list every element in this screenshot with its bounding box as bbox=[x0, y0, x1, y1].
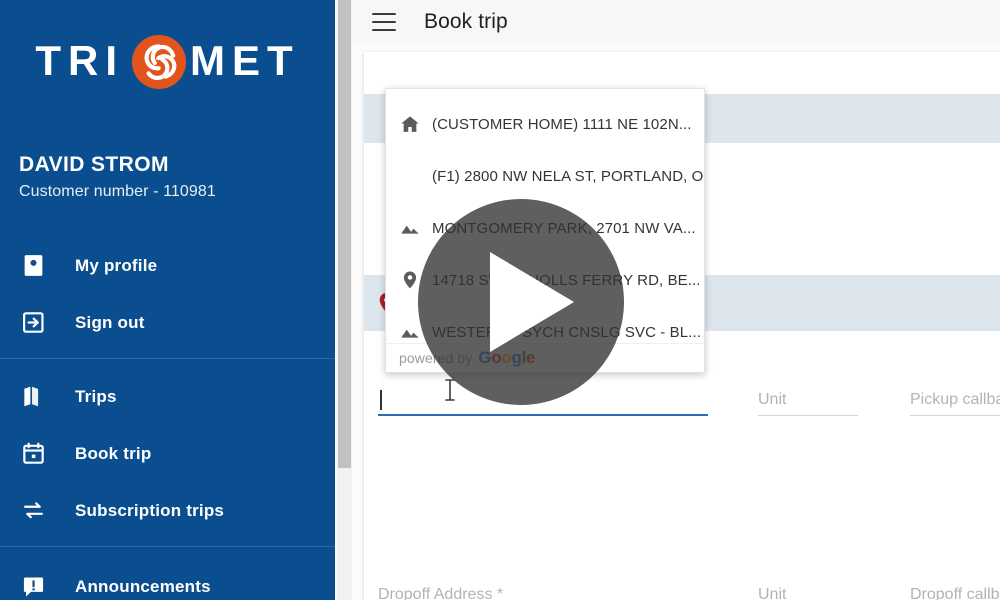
autocomplete-option[interactable]: (CUSTOMER HOME) 1111 NE 102N... bbox=[386, 98, 704, 150]
landmark-icon bbox=[399, 217, 421, 239]
autocomplete-option-text: (F1) 2800 NW NELA ST, PORTLAND, OR,... bbox=[432, 167, 704, 185]
calendar-icon bbox=[18, 439, 48, 469]
pickup-callback-label: Pickup callba bbox=[910, 391, 1000, 408]
play-button-icon[interactable] bbox=[418, 199, 624, 405]
sidebar-item-trips[interactable]: Trips bbox=[0, 368, 335, 425]
sidebar-item-label: Trips bbox=[75, 386, 117, 406]
page-scrollbar-thumb[interactable] bbox=[338, 0, 351, 468]
sidebar-divider-2 bbox=[0, 546, 335, 547]
brand-name-right: MET bbox=[190, 37, 300, 84]
dropoff-callback-label: Dropoff callb bbox=[910, 586, 1000, 600]
pickup-unit-label: Unit bbox=[758, 391, 787, 408]
sidebar-item-label: My profile bbox=[75, 255, 158, 275]
dropoff-callback-field[interactable]: Dropoff callb bbox=[910, 577, 1000, 600]
sidebar-item-label: Book trip bbox=[75, 443, 152, 463]
field-underline bbox=[378, 414, 708, 416]
text-caret bbox=[380, 390, 382, 410]
landmark-icon bbox=[399, 321, 421, 343]
play-triangle bbox=[490, 252, 574, 352]
no-icon-placeholder bbox=[399, 165, 421, 187]
brand-logo: TRI MET bbox=[0, 18, 335, 104]
map-pin-icon bbox=[399, 269, 421, 291]
dropoff-address-label: Dropoff Address * bbox=[378, 586, 504, 600]
sidebar: TRI MET DAVID STROM Customer number - 11… bbox=[0, 0, 335, 600]
sidebar-item-book-trip[interactable]: Book trip bbox=[0, 425, 335, 482]
hamburger-menu-icon[interactable] bbox=[372, 13, 396, 31]
sidebar-item-sign-out[interactable]: Sign out bbox=[0, 294, 335, 351]
user-info: DAVID STROM Customer number - 110981 bbox=[19, 152, 319, 203]
brand-name-left: TRI bbox=[35, 37, 124, 84]
text-ibeam-cursor bbox=[444, 379, 456, 401]
pickup-unit-field[interactable]: Unit bbox=[758, 382, 858, 416]
app-topbar: Book trip bbox=[352, 0, 1000, 44]
app-root: TRI MET DAVID STROM Customer number - 11… bbox=[0, 0, 1000, 600]
dropoff-address-field[interactable]: Dropoff Address * bbox=[378, 577, 708, 600]
user-badge-icon bbox=[18, 251, 48, 281]
customer-number: Customer number - 110981 bbox=[19, 183, 216, 200]
dropoff-unit-field[interactable]: Unit bbox=[758, 577, 858, 600]
sidebar-item-label: Subscription trips bbox=[75, 500, 225, 520]
dropoff-unit-label: Unit bbox=[758, 586, 787, 600]
repeat-icon bbox=[18, 496, 48, 526]
field-underline bbox=[758, 415, 858, 416]
trimet-trefoil-logo-icon bbox=[130, 33, 188, 91]
page-title: Book trip bbox=[424, 10, 508, 33]
pickup-callback-field[interactable]: Pickup callba bbox=[910, 382, 1000, 416]
autocomplete-option[interactable]: (F1) 2800 NW NELA ST, PORTLAND, OR,... bbox=[386, 150, 704, 202]
sign-out-icon bbox=[18, 308, 48, 338]
sidebar-item-my-profile[interactable]: My profile bbox=[0, 237, 335, 294]
sidebar-item-subscription-trips[interactable]: Subscription trips bbox=[0, 482, 335, 539]
announcement-icon bbox=[18, 572, 48, 600]
sidebar-item-announcements[interactable]: Announcements bbox=[0, 558, 335, 600]
sidebar-item-label: Sign out bbox=[75, 312, 145, 332]
autocomplete-option-text: (CUSTOMER HOME) 1111 NE 102N... bbox=[432, 115, 692, 133]
field-underline bbox=[910, 415, 1000, 416]
user-name: DAVID STROM bbox=[19, 153, 169, 176]
home-icon bbox=[399, 113, 421, 135]
map-icon bbox=[18, 382, 48, 412]
sidebar-divider-1 bbox=[0, 358, 335, 359]
sidebar-item-label: Announcements bbox=[75, 576, 211, 596]
